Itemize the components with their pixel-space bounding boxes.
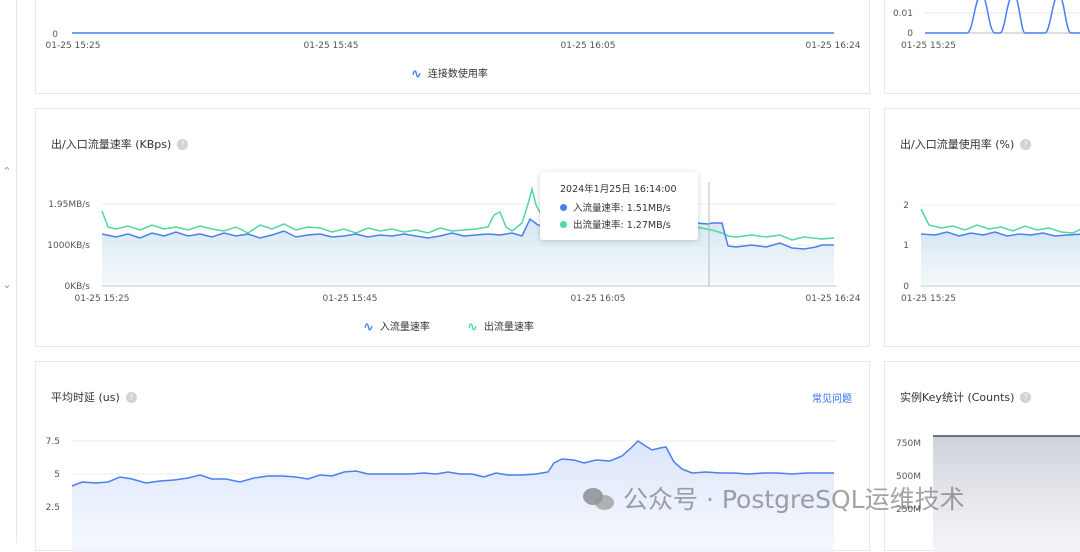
y-tick-label: 0.01 (893, 9, 913, 19)
legend-label: 出流量速率 (483, 322, 534, 333)
legend-label: 连接数使用率 (427, 69, 488, 80)
x-tick-label: 01-25 15:25 (901, 41, 956, 51)
x-tick-label: 01-25 16:05 (571, 294, 626, 304)
latency-panel: 平均时延 (us)? 常见问题 7.5 5 2.5 (35, 361, 870, 552)
tooltip-time: 2024年1月25日 16:14:00 (560, 184, 677, 195)
tooltip-in-value: 入流量速率: 1.51MB/s (573, 203, 671, 214)
small-top-series (925, 0, 1080, 34)
usage-out-series (920, 208, 1080, 234)
chart-tooltip: 2024年1月25日 16:14:00 入流量速率: 1.51MB/s 出流量速… (540, 172, 698, 240)
wave-icon: ∿ (411, 67, 422, 82)
y-tick-label: 5 (54, 470, 60, 480)
x-tick-label: 01-25 16:24 (806, 41, 861, 51)
tooltip-out-value: 出流量速率: 1.27MB/s (573, 220, 671, 231)
key-stats-panel: 实例Key统计 (Counts)? 750M 500M 250M (884, 361, 1080, 552)
legend-traffic-in[interactable]: ∿ 入流量速率 (363, 318, 430, 335)
watermark: 公众号 · PostgreSQL运维技术 (583, 480, 965, 516)
y-tick-label: 2 (903, 201, 909, 211)
wave-icon: ∿ (467, 320, 478, 335)
x-tick-label: 01-25 15:25 (901, 294, 956, 304)
small-top-panel: 0.01 0 01-25 15:25 (884, 0, 1080, 94)
legend-dot-icon (560, 204, 567, 211)
y-tick-label: 0 (907, 29, 913, 39)
y-tick-label: 0 (903, 282, 909, 292)
x-tick-label: 01-25 16:24 (806, 294, 861, 304)
x-tick-label: 01-25 15:25 (46, 41, 101, 51)
chevron-up-icon[interactable]: ⌃ (0, 165, 14, 178)
wechat-icon (583, 486, 615, 512)
legend-traffic-out[interactable]: ∿ 出流量速率 (467, 318, 534, 335)
watermark-text: 公众号 · PostgreSQL运维技术 (623, 485, 965, 514)
traffic-usage-chart: 2 1 0 01-25 15:25 (901, 201, 1080, 304)
y-tick-label: 2.5 (46, 503, 60, 513)
y-tick-label: 1000KB/s (47, 241, 90, 251)
traffic-rate-panel: 出/入口流量速率 (KBps)? 1.95MB/s 1000KB/s 0KB/s… (35, 108, 870, 347)
x-tick-label: 01-25 15:45 (304, 41, 359, 51)
connection-usage-panel: 0 01-25 15:25 01-25 15:45 01-25 16:05 01… (35, 0, 870, 94)
x-tick-label: 01-25 16:05 (561, 41, 616, 51)
traffic-usage-panel: 出/入口流量使用率 (%)? 2 1 0 01-25 15:25 (884, 108, 1080, 347)
wave-icon: ∿ (363, 320, 374, 335)
y-tick-label: 1 (903, 241, 909, 251)
y-tick-label: 1.95MB/s (48, 200, 90, 210)
key-stats-chart: 750M 500M 250M (896, 435, 1080, 552)
y-tick-label: 0 (52, 30, 58, 40)
y-tick-label: 7.5 (46, 437, 60, 447)
x-tick-label: 01-25 15:25 (75, 294, 130, 304)
traffic-rate-chart: 1.95MB/s 1000KB/s 0KB/s 01-25 15:25 01-2… (47, 182, 861, 304)
y-tick-label: 750M (896, 439, 921, 449)
x-tick-label: 01-25 15:45 (323, 294, 378, 304)
legend-label: 入流量速率 (379, 322, 430, 333)
tooltip-row-in: 入流量速率: 1.51MB/s (560, 200, 698, 214)
y-tick-label: 0KB/s (64, 282, 90, 292)
legend-dot-icon (560, 221, 567, 228)
latency-chart: 7.5 5 2.5 (46, 437, 836, 552)
chevron-down-icon[interactable]: ⌄ (0, 278, 14, 291)
small-top-chart: 0.01 0 01-25 15:25 (893, 0, 1080, 51)
left-rail: ⌃ ⌄ (0, 0, 17, 543)
legend-connection-usage[interactable]: ∿ 连接数使用率 (411, 65, 488, 82)
tooltip-row-out: 出流量速率: 1.27MB/s (560, 217, 698, 231)
